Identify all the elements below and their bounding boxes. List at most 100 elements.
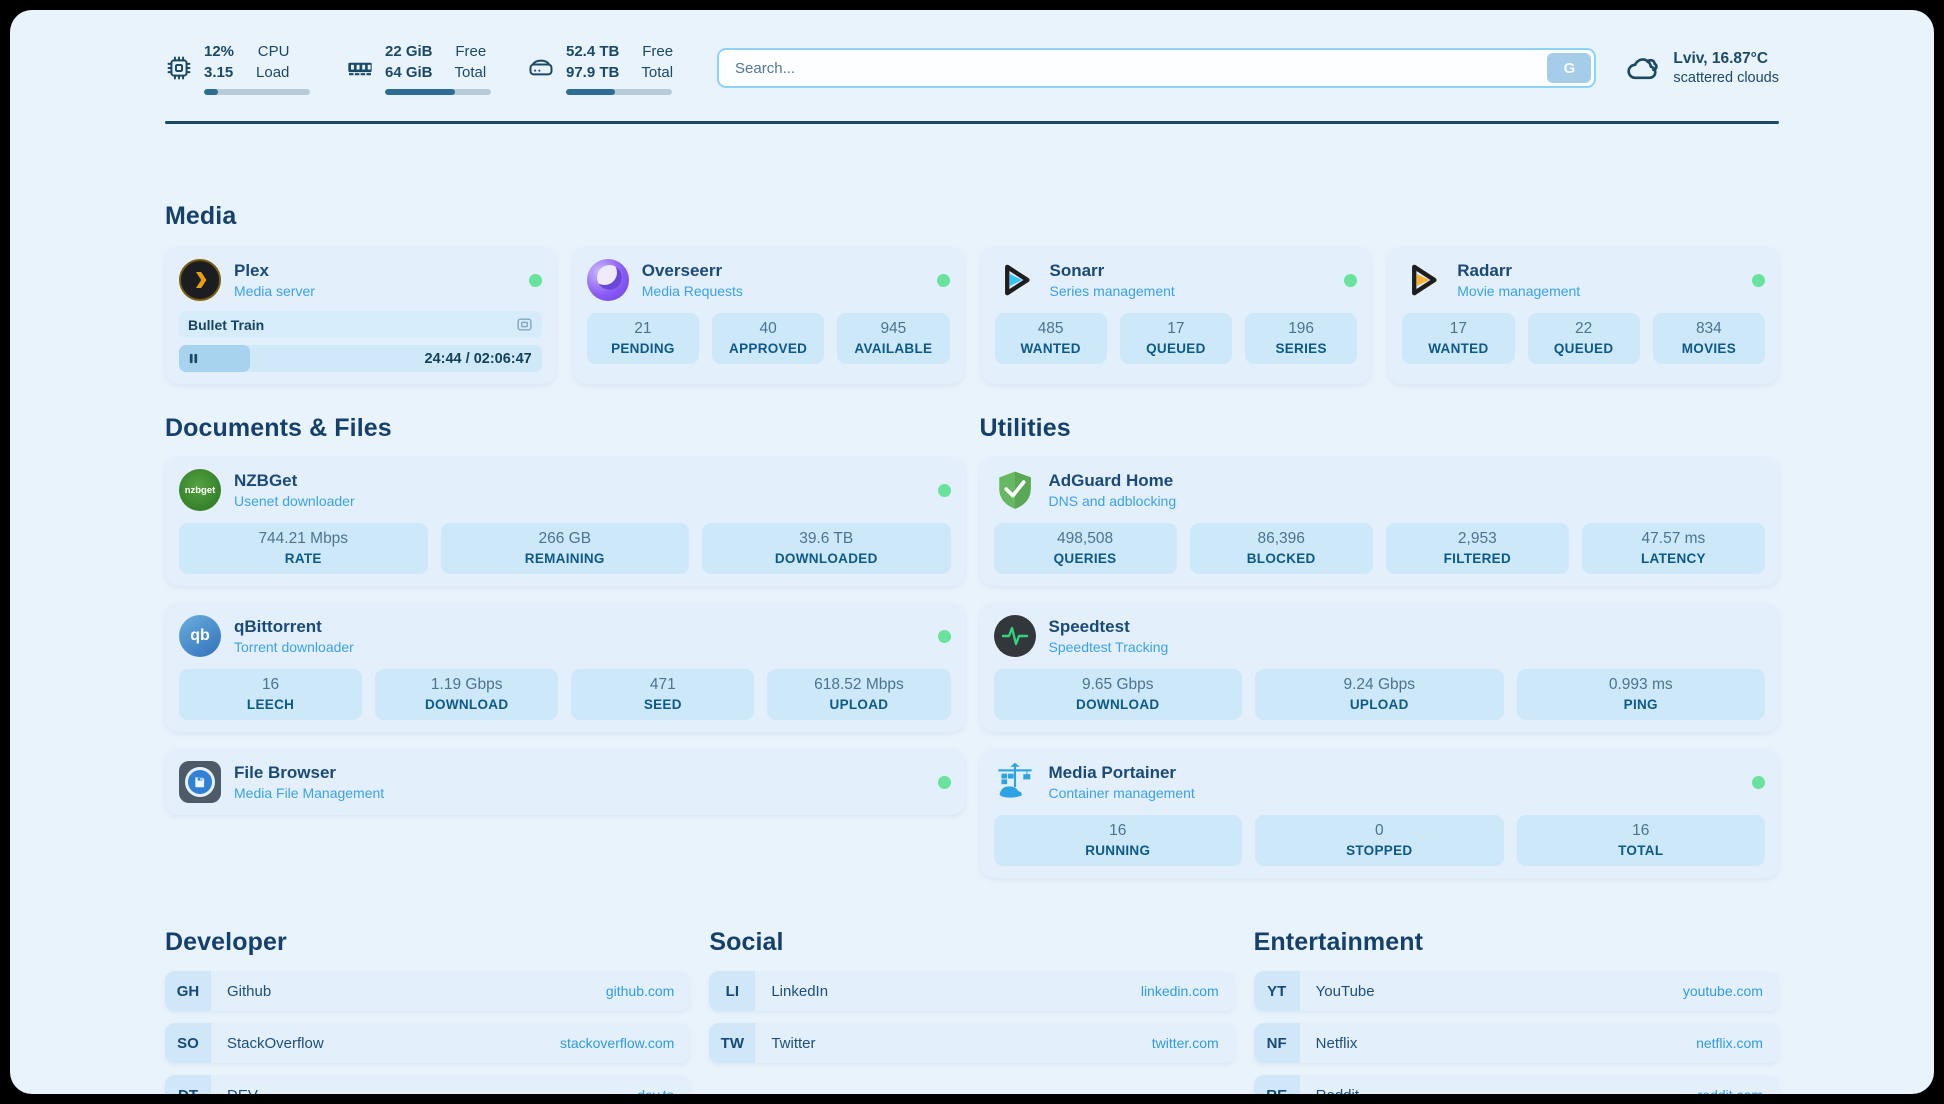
radarr-icon	[1402, 259, 1444, 301]
app-name: Plex	[234, 261, 315, 281]
bookmark-name: Reddit	[1316, 1087, 1359, 1095]
stat-tile: 0.993 ms PING	[1517, 669, 1766, 720]
stat-tile: 471 SEED	[571, 669, 754, 720]
bookmark-youtube[interactable]: YT YouTube youtube.com	[1254, 971, 1779, 1011]
stat-label: BLOCKED	[1194, 551, 1369, 566]
adguard-card[interactable]: AdGuard Home DNS and adblocking 498,508 …	[980, 457, 1780, 586]
app-desc: Series management	[1050, 283, 1175, 299]
memory-progress-fill	[385, 89, 455, 95]
stat-value: 86,396	[1194, 530, 1369, 548]
weather-location: Lviv, 16.87°C	[1673, 50, 1779, 68]
weather-widget[interactable]: Lviv, 16.87°C scattered clouds	[1626, 50, 1779, 86]
app-desc: Media File Management	[234, 785, 384, 801]
bookmark-url: dev.to	[637, 1087, 674, 1094]
plex-card[interactable]: Plex Media server Bullet Train	[165, 247, 556, 384]
stat-tile: 2,953 FILTERED	[1386, 523, 1569, 574]
stat-tile: 40 APPROVED	[712, 313, 824, 364]
ram-icon	[346, 54, 374, 82]
bookmark-name: StackOverflow	[227, 1035, 324, 1052]
stat-label: UPLOAD	[771, 697, 946, 712]
search-input[interactable]	[717, 48, 1596, 88]
header-divider	[165, 121, 1779, 124]
qbittorrent-icon: qb	[179, 615, 221, 657]
memory-progress-bar	[385, 89, 491, 95]
app-desc: DNS and adblocking	[1049, 493, 1177, 509]
bookmark-dev[interactable]: DT DEV dev.to	[165, 1075, 690, 1094]
radarr-card[interactable]: Radarr Movie management 17 WANTED 22 QUE…	[1388, 247, 1779, 384]
stat-label: QUEUED	[1124, 341, 1228, 356]
entertainment-section: Entertainment YT YouTube youtube.com NF …	[1254, 928, 1779, 1094]
stat-label: LEECH	[183, 697, 358, 712]
overseerr-card[interactable]: Overseerr Media Requests 21 PENDING 40 A…	[573, 247, 964, 384]
bookmark-twitter[interactable]: TW Twitter twitter.com	[709, 1023, 1234, 1063]
bookmark-url: netflix.com	[1696, 1035, 1763, 1051]
bookmark-stackoverflow[interactable]: SO StackOverflow stackoverflow.com	[165, 1023, 690, 1063]
disk-progress-bar	[566, 89, 672, 95]
stat-label: MOVIES	[1657, 341, 1761, 356]
status-dot	[938, 776, 951, 789]
app-desc: Speedtest Tracking	[1049, 639, 1169, 655]
overseerr-icon	[587, 259, 629, 301]
status-dot	[937, 274, 950, 287]
stat-tile: 16 TOTAL	[1517, 815, 1766, 866]
app-desc: Usenet downloader	[234, 493, 355, 509]
sonarr-card[interactable]: Sonarr Series management 485 WANTED 17 Q…	[981, 247, 1372, 384]
stat-label: WANTED	[1406, 341, 1510, 356]
nzbget-card[interactable]: nzbget NZBGet Usenet downloader 744.21 M…	[165, 457, 965, 586]
app-name: NZBGet	[234, 471, 355, 491]
stat-label: AVAILABLE	[841, 341, 945, 356]
media-section-title: Media	[165, 202, 1779, 231]
bookmark-name: DEV	[227, 1087, 258, 1095]
app-desc: Media Requests	[642, 283, 743, 299]
now-playing-row: Bullet Train	[179, 311, 542, 338]
stat-value: 16	[1521, 822, 1762, 840]
memory-free-value: 22 GiB	[385, 41, 433, 62]
nzbget-icon: nzbget	[179, 469, 221, 511]
stat-value: 17	[1124, 320, 1228, 338]
pause-icon[interactable]	[188, 353, 199, 364]
stat-value: 834	[1657, 320, 1761, 338]
weather-condition: scattered clouds	[1673, 70, 1779, 86]
speedtest-card[interactable]: Speedtest Speedtest Tracking 9.65 Gbps D…	[980, 603, 1780, 732]
portainer-icon	[994, 761, 1036, 803]
bookmark-linkedin[interactable]: LI LinkedIn linkedin.com	[709, 971, 1234, 1011]
stat-label: PING	[1521, 697, 1762, 712]
stat-tile: 1.19 Gbps DOWNLOAD	[375, 669, 558, 720]
filebrowser-card[interactable]: File Browser Media File Management	[165, 749, 965, 815]
documents-section: Documents & Files nzbget NZBGet Usenet d…	[165, 414, 965, 878]
stat-value: 485	[999, 320, 1103, 338]
disk-free-label: Free	[641, 41, 673, 62]
adguard-icon	[994, 469, 1036, 511]
stat-label: DOWNLOAD	[379, 697, 554, 712]
sonarr-icon	[995, 259, 1037, 301]
bookmark-name: Twitter	[771, 1035, 815, 1052]
stat-value: 471	[575, 676, 750, 694]
portainer-card[interactable]: Media Portainer Container management 16 …	[980, 749, 1780, 878]
utilities-section-title: Utilities	[980, 414, 1780, 443]
bookmark-abbr: RE	[1254, 1075, 1300, 1094]
cpu-usage-value: 12%	[204, 41, 234, 62]
bookmark-reddit[interactable]: RE Reddit reddit.com	[1254, 1075, 1779, 1094]
qbittorrent-card[interactable]: qb qBittorrent Torrent downloader 16 LEE…	[165, 603, 965, 732]
topbar: 12% 3.15 CPU Load	[165, 41, 1779, 95]
search-provider-button[interactable]: G	[1547, 53, 1591, 83]
stat-tile: 39.6 TB DOWNLOADED	[702, 523, 951, 574]
bookmark-github[interactable]: GH Github github.com	[165, 971, 690, 1011]
bookmark-url: reddit.com	[1698, 1087, 1763, 1094]
stat-tile: 17 WANTED	[1402, 313, 1514, 364]
developer-section: Developer GH Github github.com SO StackO…	[165, 928, 690, 1094]
stat-tile: 9.65 Gbps DOWNLOAD	[994, 669, 1243, 720]
bookmark-netflix[interactable]: NF Netflix netflix.com	[1254, 1023, 1779, 1063]
stat-label: SEED	[575, 697, 750, 712]
bookmark-url: github.com	[606, 983, 674, 999]
app-name: Radarr	[1457, 261, 1580, 281]
memory-total-value: 64 GiB	[385, 62, 433, 83]
cpu-label: CPU	[256, 41, 289, 62]
documents-section-title: Documents & Files	[165, 414, 965, 443]
stat-label: WANTED	[999, 341, 1103, 356]
bookmark-abbr: DT	[165, 1075, 211, 1094]
stat-value: 2,953	[1390, 530, 1565, 548]
stat-tile: 22 QUEUED	[1528, 313, 1640, 364]
cloud-icon	[1626, 53, 1660, 83]
bookmark-abbr: GH	[165, 971, 211, 1011]
